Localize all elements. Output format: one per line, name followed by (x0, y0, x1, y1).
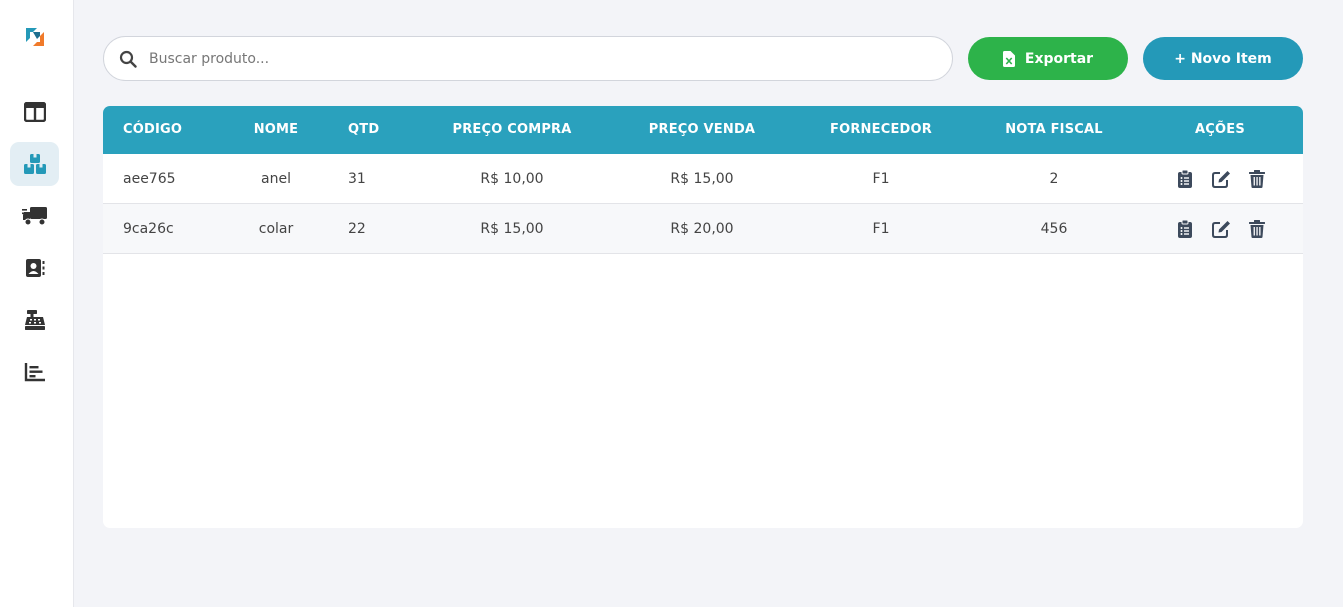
trash-icon (1249, 220, 1265, 238)
edit-button[interactable] (1211, 219, 1231, 239)
delete-button[interactable] (1247, 219, 1267, 239)
details-button[interactable] (1175, 219, 1195, 239)
header-nota-fiscal[interactable]: NOTA FISCAL (1005, 106, 1103, 154)
delete-button[interactable] (1247, 169, 1267, 189)
search-input[interactable] (149, 50, 909, 67)
cell-qtd: 22 (348, 221, 366, 237)
header-codigo[interactable]: CÓDIGO (123, 106, 182, 154)
contacts-icon (25, 259, 44, 277)
truck-icon (21, 207, 47, 226)
cell-fornecedor: F1 (872, 221, 890, 237)
sidebar (0, 0, 74, 607)
sidebar-item-dashboard[interactable] (10, 90, 59, 134)
excel-file-icon (1002, 50, 1015, 67)
edit-button[interactable] (1211, 169, 1231, 189)
details-button[interactable] (1175, 169, 1195, 189)
trash-icon (1249, 170, 1265, 188)
new-item-button[interactable]: + Novo Item (1143, 37, 1303, 80)
cell-nota-fiscal: 2 (1049, 171, 1059, 187)
cell-codigo: aee765 (123, 171, 176, 187)
search-icon (119, 50, 137, 68)
search-bar (103, 36, 953, 81)
cell-nome: colar (258, 221, 294, 237)
sidebar-item-suppliers[interactable] (10, 194, 59, 238)
table-row[interactable]: aee765 anel 31 R$ 10,00 R$ 15,00 F1 2 (103, 154, 1303, 204)
header-preco-venda[interactable]: PREÇO VENDA (649, 106, 755, 154)
header-fornecedor[interactable]: FORNECEDOR (830, 106, 932, 154)
table-header: CÓDIGO NOME QTD PREÇO COMPRA PREÇO VENDA… (103, 106, 1303, 154)
sidebar-item-cashier[interactable] (10, 298, 59, 342)
sidebar-item-reports[interactable] (10, 350, 59, 394)
export-label: Exportar (1024, 50, 1094, 67)
sidebar-item-products[interactable] (10, 142, 59, 186)
cell-preco-compra: R$ 15,00 (480, 221, 544, 237)
edit-icon (1211, 171, 1230, 188)
header-qtd[interactable]: QTD (348, 106, 379, 154)
clipboard-list-icon (1178, 170, 1192, 188)
cell-nota-fiscal: 456 (1040, 221, 1068, 237)
boxes-icon (23, 154, 46, 174)
cell-preco-venda: R$ 15,00 (670, 171, 734, 187)
header-preco-compra[interactable]: PREÇO COMPRA (452, 106, 571, 154)
cell-preco-venda: R$ 20,00 (670, 221, 734, 237)
export-button[interactable]: Exportar (968, 37, 1128, 80)
edit-icon (1211, 221, 1230, 238)
cash-register-icon (24, 310, 45, 330)
header-nome[interactable]: NOME (254, 106, 299, 154)
cell-nome: anel (261, 171, 291, 187)
clipboard-list-icon (1178, 220, 1192, 238)
dashboard-icon (23, 102, 46, 122)
table-row[interactable]: 9ca26c colar 22 R$ 15,00 R$ 20,00 F1 456 (103, 204, 1303, 254)
cell-codigo: 9ca26c (123, 221, 174, 237)
app-logo[interactable] (23, 25, 47, 49)
sidebar-item-contacts[interactable] (10, 246, 59, 290)
header-acoes: AÇÕES (1195, 122, 1245, 137)
row-actions (1175, 154, 1283, 204)
products-table: CÓDIGO NOME QTD PREÇO COMPRA PREÇO VENDA… (103, 106, 1303, 528)
new-item-label: + Novo Item (1174, 50, 1272, 67)
cell-qtd: 31 (348, 171, 366, 187)
bar-chart-icon (24, 363, 45, 382)
row-actions (1175, 204, 1283, 254)
cell-preco-compra: R$ 10,00 (480, 171, 544, 187)
cell-fornecedor: F1 (872, 171, 890, 187)
